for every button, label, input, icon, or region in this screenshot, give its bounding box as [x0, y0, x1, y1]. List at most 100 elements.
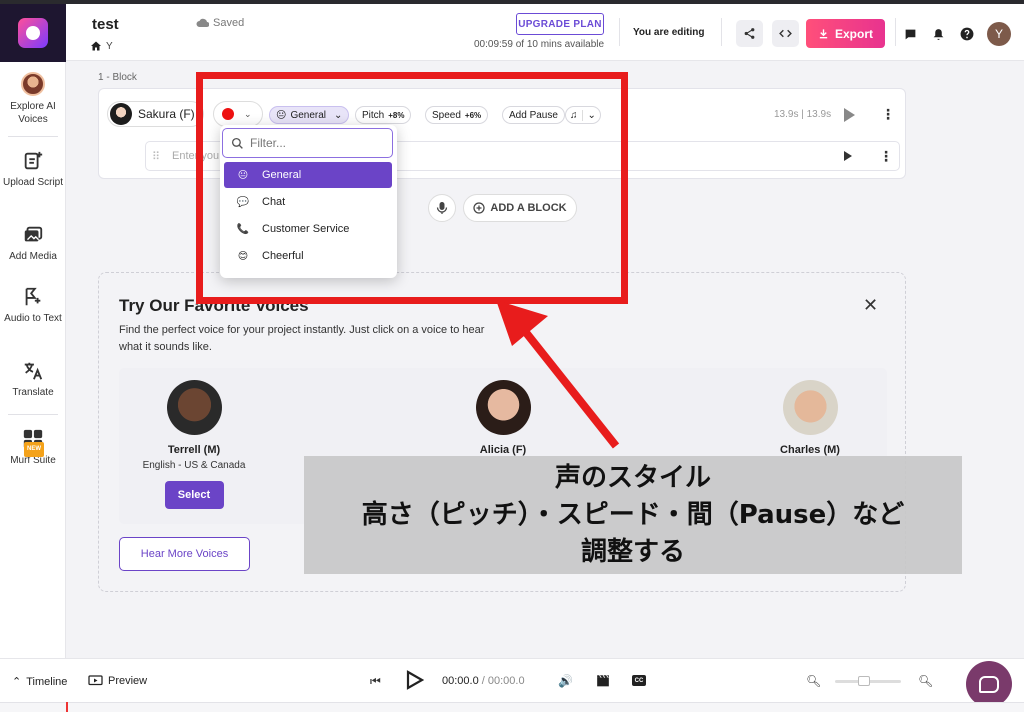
play-icon[interactable]	[406, 670, 424, 690]
save-status: Saved	[196, 17, 244, 29]
total-time: / 00:00.0	[481, 675, 525, 687]
zoom-out-icon[interactable]: 🔍︎	[806, 674, 821, 688]
help-button[interactable]	[959, 26, 975, 42]
sidebar-item-label: Audio to Text	[4, 313, 62, 324]
clapperboard-icon[interactable]	[596, 674, 610, 687]
skip-back-icon[interactable]: ⏮	[370, 674, 381, 689]
timeline-ruler[interactable]	[0, 702, 1024, 712]
current-time: 00:00.0	[442, 675, 479, 687]
breadcrumb[interactable]: Y	[90, 40, 113, 52]
voice-name: Charles (M)	[780, 444, 840, 456]
sidebar-item-translate[interactable]: Translate	[0, 360, 66, 399]
media-icon	[24, 226, 43, 242]
caption-line: 調整する	[580, 537, 685, 567]
drag-handle-icon[interactable]: ⠿	[152, 150, 160, 163]
divider	[721, 18, 722, 46]
time-available: 00:09:59 of 10 mins available	[474, 39, 605, 50]
voice-language: English - US & Canada	[142, 460, 246, 471]
voice-name: Alicia (F)	[479, 444, 527, 456]
comments-button[interactable]	[902, 26, 918, 42]
export-label: Export	[834, 26, 873, 41]
block-menu-icon[interactable]: ⋮	[881, 107, 895, 121]
bell-icon	[933, 28, 943, 40]
voice-card-terrell[interactable]: Terrell (M) English - US & Canada Select	[119, 380, 269, 509]
audio-text-icon	[25, 287, 41, 306]
voice-selector[interactable]: Sakura (F)	[107, 101, 204, 127]
chat-bubble-icon	[979, 675, 999, 693]
volume-icon[interactable]: 🔊	[558, 674, 573, 688]
download-icon	[819, 29, 828, 39]
hear-more-voices-button[interactable]: Hear More Voices	[119, 537, 250, 571]
timeline-label: Timeline	[26, 675, 68, 688]
editing-status: You are editing	[633, 27, 705, 38]
sidebar-item-label: Explore AI Voices	[10, 101, 56, 125]
sidebar-item-murf-suite[interactable]: NEW Murf Suite	[0, 428, 66, 467]
voice-card-charles[interactable]: Charles (M)	[735, 380, 885, 456]
annotation-caption: 声のスタイル 高さ（ピッチ）・スピード・間（Pause）など 調整する	[304, 456, 962, 574]
voice-avatar	[166, 380, 222, 435]
home-icon	[91, 41, 101, 51]
support-chat-button[interactable]	[966, 661, 1012, 707]
app-logo[interactable]	[0, 4, 66, 62]
preview-label: Preview	[108, 675, 148, 687]
voice-name: Sakura (F)	[138, 107, 195, 121]
preview-icon	[88, 675, 103, 686]
preview-button[interactable]: Preview	[88, 675, 147, 687]
sidebar-item-explore-voices[interactable]: Explore AI Voices	[0, 72, 66, 126]
new-badge: NEW	[24, 442, 44, 457]
voice-avatar	[475, 380, 531, 435]
time-display: 00:00.0 / 00:00.0	[442, 675, 525, 687]
close-icon[interactable]: ✕	[863, 295, 878, 316]
play-row-icon[interactable]	[844, 151, 852, 161]
divider	[895, 18, 896, 46]
project-title[interactable]: test	[92, 16, 119, 33]
caption-line: 高さ（ピッチ）・スピード・間（Pause）など	[361, 500, 905, 530]
saved-label: Saved	[213, 17, 245, 29]
translate-icon	[24, 362, 43, 380]
chevron-up-icon: ⌃	[12, 676, 22, 688]
top-bar: test Y Saved UPGRADE PLAN 00:09:59 of 10…	[66, 4, 1024, 61]
annotation-highlight-box	[196, 72, 628, 304]
divider	[8, 414, 58, 415]
embed-button[interactable]	[772, 20, 799, 47]
zoom-slider-thumb[interactable]	[858, 676, 870, 686]
left-rail: Explore AI Voices Upload Script Add Medi…	[0, 4, 66, 658]
play-block-icon[interactable]	[844, 108, 855, 122]
sidebar-item-label: Upload Script	[2, 177, 64, 188]
divider	[8, 136, 58, 137]
voice-name: Terrell (M)	[167, 444, 221, 456]
sidebar-item-upload-script[interactable]: Upload Script	[0, 150, 66, 189]
voice-card-alicia[interactable]: Alicia (F)	[428, 380, 578, 456]
code-icon	[779, 29, 792, 38]
caption-line: 声のスタイル	[554, 463, 711, 493]
breadcrumb-label: Y	[106, 40, 113, 52]
divider	[619, 18, 620, 46]
user-avatar[interactable]: Y	[987, 22, 1011, 46]
comment-icon	[905, 29, 915, 39]
logo-icon	[18, 18, 48, 48]
block-duration: 13.9s | 13.9s	[774, 109, 832, 120]
notifications-button[interactable]	[930, 26, 946, 42]
help-icon	[960, 27, 974, 41]
row-menu-icon[interactable]: ⋮	[879, 149, 893, 163]
timeline-toggle[interactable]: ⌃ Timeline	[12, 675, 68, 689]
sidebar-item-add-media[interactable]: Add Media	[0, 224, 66, 263]
zoom-in-icon[interactable]: 🔍︎	[918, 674, 933, 688]
sidebar-item-label: Add Media	[9, 251, 57, 262]
block-label: 1 - Block	[98, 72, 137, 83]
playhead[interactable]	[66, 702, 68, 712]
upgrade-plan-button[interactable]: UPGRADE PLAN	[516, 13, 604, 35]
captions-icon[interactable]: CC	[632, 675, 646, 686]
share-icon	[744, 28, 755, 39]
select-voice-button[interactable]: Select	[164, 481, 224, 509]
voice-avatar	[110, 103, 132, 125]
bottom-bar: ⌃ Timeline Preview ⏮ 00:00.0 / 00:00.0 🔊…	[0, 658, 1024, 702]
sidebar-item-audio-to-text[interactable]: Audio to Text	[0, 286, 66, 325]
sidebar-item-label: Translate	[12, 387, 54, 398]
voices-description: Find the perfect voice for your project …	[119, 324, 485, 353]
voice-avatar	[782, 380, 838, 435]
upload-script-icon	[24, 151, 43, 170]
cloud-icon	[196, 18, 209, 27]
share-button[interactable]	[736, 20, 763, 47]
export-button[interactable]: Export	[806, 19, 885, 48]
